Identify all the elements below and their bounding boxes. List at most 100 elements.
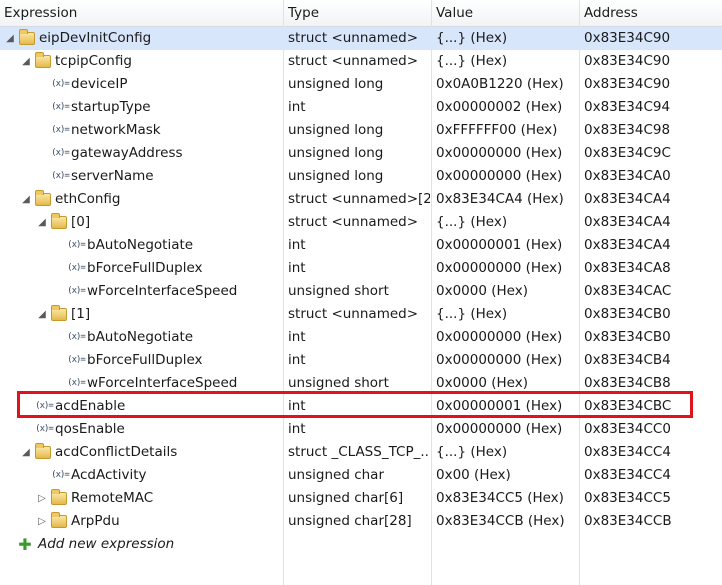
expression-name: [0] [71, 214, 91, 230]
expression-cell: ◢ acdConflictDetails [0, 441, 282, 464]
folder-icon [51, 489, 67, 505]
collapse-toggle-icon[interactable]: ◢ [36, 303, 48, 326]
value-cell[interactable]: 0x83E34CCB (Hex) [436, 510, 578, 533]
type-cell: unsigned char[6] [288, 490, 404, 506]
tree-row[interactable]: ◢ acdConflictDetails struct _CLASS_TCP_...… [0, 441, 722, 464]
value-cell[interactable]: {...} (Hex) [436, 50, 578, 73]
value-cell[interactable]: 0x00000000 (Hex) [436, 349, 578, 372]
type-cell: struct <unnamed> [288, 306, 419, 322]
collapse-toggle-icon[interactable]: ◢ [20, 50, 32, 73]
tree-row[interactable]: (x)= bForceFullDuplex int 0x00000000 (Hex) 0… [0, 349, 722, 372]
value-cell[interactable]: 0x00000000 (Hex) [436, 142, 578, 165]
address-cell: 0x83E34CAC [584, 283, 672, 299]
expression-name: RemoteMAC [71, 490, 154, 506]
collapse-toggle-icon[interactable]: ◢ [20, 441, 32, 464]
value-cell[interactable]: 0x00000000 (Hex) [436, 326, 578, 349]
tree-row[interactable]: (x)= serverName unsigned long 0x00000000 (H… [0, 165, 722, 188]
tree-row[interactable]: (x)= bAutoNegotiate int 0x00000001 (Hex) 0x8… [0, 234, 722, 257]
variable-icon: (x)= [67, 332, 86, 342]
address-cell: 0x83E34CA4 [584, 237, 671, 253]
expression-name: bAutoNegotiate [87, 329, 194, 345]
tree-row[interactable]: ◢ [0] struct <unnamed> {...} (Hex) 0x83E34CA… [0, 211, 722, 234]
expression-cell: (x)= qosEnable [0, 418, 282, 441]
tree-row[interactable]: (x)= AcdActivity unsigned char 0x00 (Hex) 0x… [0, 464, 722, 487]
column-header-address[interactable]: Address [580, 0, 722, 26]
tree-row[interactable]: ◢ [1] struct <unnamed> {...} (Hex) 0x83E34CB… [0, 303, 722, 326]
address-cell: 0x83E34C90 [584, 76, 671, 92]
collapse-toggle-icon[interactable]: ◢ [4, 27, 16, 50]
value-cell[interactable]: 0x00000001 (Hex) [436, 234, 578, 257]
value-cell[interactable]: 0x0000 (Hex) [436, 280, 578, 303]
value-cell[interactable]: {...} (Hex) [436, 441, 578, 464]
value-cell[interactable]: 0x00000000 (Hex) [436, 165, 578, 188]
address-cell: 0x83E34CA4 [584, 214, 671, 230]
type-cell: int [288, 237, 306, 253]
value-cell[interactable]: 0x00000002 (Hex) [436, 96, 578, 119]
address-cell: 0x83E34C90 [584, 53, 671, 69]
type-cell: unsigned long [288, 145, 384, 161]
value-cell[interactable]: {...} (Hex) [436, 211, 578, 234]
tree-row[interactable]: (x)= gatewayAddress unsigned long 0x0000000… [0, 142, 722, 165]
tree-row[interactable]: (x)= bAutoNegotiate int 0x00000000 (Hex) 0x8… [0, 326, 722, 349]
type-cell: unsigned long [288, 76, 384, 92]
tree-row[interactable]: (x)= deviceIP unsigned long 0x0A0B1220 (Hex… [0, 73, 722, 96]
tree-row[interactable]: (x)= bForceFullDuplex int 0x00000000 (Hex) 0… [0, 257, 722, 280]
tree-row[interactable]: ▷ ArpPdu unsigned char[28] 0x83E34CCB (Hex)… [0, 510, 722, 533]
tree-row[interactable]: ◢ ethConfig struct <unnamed>[2] 0x83E34CA4 … [0, 188, 722, 211]
expression-name: bForceFullDuplex [87, 260, 203, 276]
tree-row[interactable]: (x)= networkMask unsigned long 0xFFFFFF00 (… [0, 119, 722, 142]
tree-row[interactable]: (x)= startupType int 0x00000002 (Hex) 0x83E3… [0, 96, 722, 119]
expression-cell: (x)= deviceIP [0, 73, 282, 96]
folder-icon [35, 190, 51, 206]
expression-name: ethConfig [55, 191, 121, 207]
type-cell: unsigned long [288, 168, 384, 184]
folder-icon [51, 213, 67, 229]
value-cell[interactable]: {...} (Hex) [436, 27, 578, 50]
address-cell: 0x83E34CB4 [584, 352, 671, 368]
tree-row[interactable]: (x)= qosEnable int 0x00000000 (Hex) 0x83E34C… [0, 418, 722, 441]
value-cell[interactable]: 0x0A0B1220 (Hex) [436, 73, 578, 96]
expression-name: tcpipConfig [55, 53, 132, 69]
value-cell[interactable]: 0x00000000 (Hex) [436, 257, 578, 280]
collapse-toggle-icon[interactable]: ◢ [20, 188, 32, 211]
folder-icon [51, 305, 67, 321]
variable-icon: (x)= [67, 240, 86, 250]
folder-icon [51, 512, 67, 528]
variable-icon: (x)= [67, 263, 86, 273]
tree-row[interactable]: ◢ tcpipConfig struct <unnamed> {...} (Hex) 0… [0, 50, 722, 73]
collapse-toggle-icon[interactable]: ◢ [36, 211, 48, 234]
column-header-expression[interactable]: Expression [0, 0, 283, 26]
column-header-value[interactable]: Value [432, 0, 580, 26]
expand-toggle-icon[interactable]: ▷ [36, 487, 48, 510]
value-cell[interactable]: 0x83E34CC5 (Hex) [436, 487, 578, 510]
value-cell[interactable]: {...} (Hex) [436, 303, 578, 326]
expression-cell: (x)= wForceInterfaceSpeed [0, 280, 282, 303]
address-cell: 0x83E34CC4 [584, 467, 671, 483]
value-cell[interactable]: 0x00 (Hex) [436, 464, 578, 487]
tree-row[interactable]: ▷ RemoteMAC unsigned char[6] 0x83E34CC5 (He… [0, 487, 722, 510]
value-cell[interactable]: 0xFFFFFF00 (Hex) [436, 119, 578, 142]
type-cell: unsigned char[28] [288, 513, 412, 529]
tree-row[interactable]: (x)= wForceInterfaceSpeed unsigned short 0x… [0, 280, 722, 303]
type-cell: struct <unnamed> [288, 53, 419, 69]
expression-cell: (x)= gatewayAddress [0, 142, 282, 165]
add-new-expression-label: Add new expression [38, 536, 175, 552]
column-header-type[interactable]: Type [284, 0, 432, 26]
address-cell: 0x83E34CB0 [584, 306, 671, 322]
variable-icon: (x)= [67, 286, 86, 296]
address-cell: 0x83E34CCB [584, 513, 672, 529]
variable-icon: (x)= [51, 79, 70, 89]
add-new-expression-row[interactable]: ✚ Add new expression [0, 533, 722, 556]
expression-name: [1] [71, 306, 91, 322]
tree-row[interactable]: ◢ eipDevInitConfig struct <unnamed> {...} (… [0, 27, 722, 50]
type-cell: struct <unnamed>[2] [288, 191, 430, 207]
variable-icon: (x)= [51, 171, 70, 181]
value-cell[interactable]: 0x83E34CA4 (Hex) [436, 188, 578, 211]
address-cell: 0x83E34C90 [584, 30, 671, 46]
expression-name: networkMask [71, 122, 161, 138]
type-cell: int [288, 352, 306, 368]
value-cell[interactable]: 0x00000000 (Hex) [436, 418, 578, 441]
type-cell: int [288, 329, 306, 345]
expression-name: serverName [71, 168, 154, 184]
expand-toggle-icon[interactable]: ▷ [36, 510, 48, 533]
